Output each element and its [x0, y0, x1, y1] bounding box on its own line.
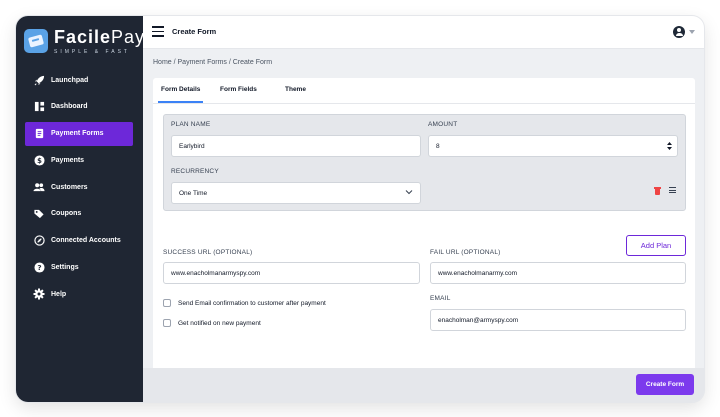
user-avatar-icon — [673, 26, 685, 38]
fail-url-label: FAIL URL (OPTIONAL) — [430, 249, 501, 256]
page-title: Create Form — [172, 27, 217, 36]
sidebar-item-customers[interactable]: Customers — [25, 175, 133, 199]
plan-name-input[interactable]: Earlybird — [171, 135, 421, 157]
sidebar-item-help[interactable]: Help — [25, 282, 133, 306]
sidebar-item-label: Coupons — [51, 210, 82, 218]
svg-text:?: ? — [37, 263, 41, 272]
tab-form-fields[interactable]: Form Fields — [220, 86, 257, 93]
success-url-label: SUCCESS URL (OPTIONAL) — [163, 249, 253, 256]
tab-theme[interactable]: Theme — [285, 86, 306, 93]
form-card: Form Details Form Fields Theme PLAN NAME… — [153, 78, 695, 374]
fail-url-value: www.enacholmanarmy.com — [438, 269, 517, 277]
gear-icon — [33, 288, 45, 300]
plan-name-value: Earlybird — [179, 142, 205, 150]
add-plan-button[interactable]: Add Plan — [626, 235, 686, 256]
sidebar-item-label: Settings — [51, 264, 79, 272]
email-value: enacholman@armyspy.com — [438, 316, 519, 324]
email-label: EMAIL — [430, 295, 451, 302]
email-input[interactable]: enacholman@armyspy.com — [430, 309, 686, 331]
sidebar-item-label: Payments — [51, 156, 85, 164]
recurrency-label: RECURRENCY — [171, 168, 219, 175]
recurrency-value: One Time — [179, 189, 208, 197]
sidebar-item-label: Help — [51, 290, 67, 298]
sidebar-item-launchpad[interactable]: Launchpad — [25, 68, 133, 92]
brand: FacilePay SIMPLE & FAST — [24, 24, 145, 58]
sidebar-item-label: Customers — [51, 183, 88, 191]
sidebar-item-coupons[interactable]: Coupons — [25, 202, 133, 226]
amount-label: AMOUNT — [428, 121, 458, 128]
amount-value: 8 — [436, 142, 440, 150]
plan-box: PLAN NAME Earlybird AMOUNT 8 RECURRENCY … — [163, 114, 686, 211]
amount-input[interactable]: 8 — [428, 135, 678, 157]
send-email-checkbox[interactable]: Send Email confirmation to customer afte… — [163, 299, 326, 307]
checkbox-box[interactable] — [163, 299, 171, 307]
checkbox-label: Get notified on new payment — [178, 319, 261, 327]
sidebar-item-payments[interactable]: $ Payments — [25, 148, 133, 172]
sidebar-item-payment-forms[interactable]: Payment Forms — [25, 121, 133, 146]
users-icon — [33, 181, 45, 193]
create-form-button[interactable]: Create Form — [636, 374, 694, 395]
stepper-arrows-icon[interactable] — [667, 142, 672, 151]
brand-name-bold: Facile — [54, 26, 112, 47]
tab-form-details[interactable]: Form Details — [157, 86, 204, 103]
sidebar-item-label: Launchpad — [51, 76, 89, 84]
dashboard-icon — [33, 101, 45, 113]
checkbox-box[interactable] — [163, 319, 171, 327]
sidebar-nav: Launchpad Dashboard Payment Forms $ Paym… — [25, 68, 133, 309]
recurrency-select[interactable]: One Time — [171, 182, 421, 204]
brand-name: FacilePay — [54, 28, 145, 46]
help-circle-icon: ? — [33, 262, 45, 274]
fail-url-input[interactable]: www.enacholmanarmy.com — [430, 262, 686, 284]
checkbox-label: Send Email confirmation to customer afte… — [178, 299, 326, 307]
link-icon — [33, 235, 45, 247]
brand-name-light: Pay — [111, 26, 146, 47]
brand-tagline: SIMPLE & FAST — [54, 48, 130, 55]
dollar-icon: $ — [33, 154, 45, 166]
chevron-down-icon — [689, 30, 695, 34]
svg-text:$: $ — [37, 157, 42, 165]
sidebar-item-label: Payment Forms — [51, 130, 104, 138]
user-menu[interactable] — [673, 26, 695, 38]
sidebar: FacilePay SIMPLE & FAST Launchpad Dashbo… — [16, 16, 145, 402]
sidebar-item-dashboard[interactable]: Dashboard — [25, 95, 133, 119]
success-url-input[interactable]: www.enacholmanarmyspy.com — [163, 262, 420, 284]
drag-handle-icon[interactable] — [669, 187, 676, 194]
breadcrumb: Home / Payment Forms / Create Form — [153, 59, 273, 66]
trash-icon[interactable] — [654, 187, 661, 195]
sidebar-item-label: Connected Accounts — [51, 237, 121, 245]
sidebar-item-settings[interactable]: ? Settings — [25, 256, 133, 280]
success-url-value: www.enacholmanarmyspy.com — [171, 269, 261, 277]
tab-bar: Form Details Form Fields Theme — [153, 78, 695, 104]
chevron-down-icon — [405, 188, 413, 198]
rocket-icon — [33, 74, 45, 86]
sidebar-item-connected-accounts[interactable]: Connected Accounts — [25, 229, 133, 253]
top-header: Create Form — [143, 16, 704, 49]
form-footer — [143, 368, 704, 402]
tag-icon — [33, 208, 45, 220]
form-icon — [33, 128, 45, 140]
notify-payment-checkbox[interactable]: Get notified on new payment — [163, 319, 261, 327]
plan-name-label: PLAN NAME — [171, 121, 211, 128]
hamburger-menu-icon[interactable] — [152, 26, 164, 38]
sidebar-item-label: Dashboard — [51, 103, 88, 111]
wallet-logo-icon — [24, 29, 48, 53]
